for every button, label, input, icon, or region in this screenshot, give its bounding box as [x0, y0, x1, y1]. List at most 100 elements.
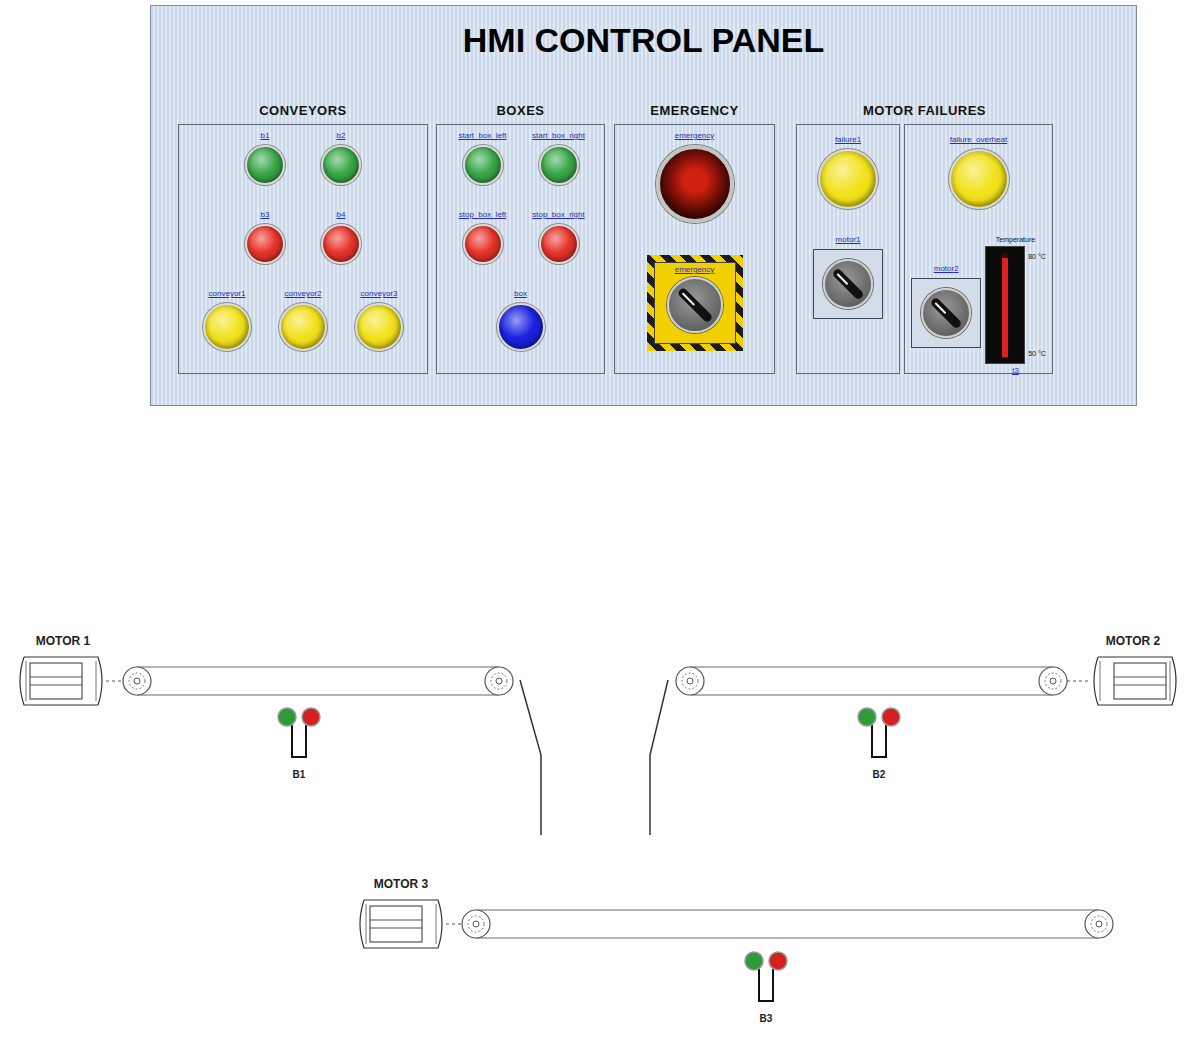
selector-box	[813, 249, 883, 319]
emergency-label: emergency	[675, 131, 715, 141]
conveyor: MOTOR 1 B1	[20, 634, 541, 835]
gauge-body: 80 °C 50 °C	[985, 246, 1046, 364]
selector-knob[interactable]	[921, 288, 971, 338]
button-label: b4	[337, 210, 346, 220]
control-row: box	[491, 289, 551, 351]
pulley-icon	[1085, 910, 1113, 938]
selector-label: motor1	[836, 235, 861, 245]
gauge-fill	[1002, 258, 1008, 357]
lamp-cell: conveyor3	[349, 289, 409, 351]
conveyor: MOTOR 2 B2	[650, 634, 1176, 835]
control-row: conveyor1 conveyor2 conveyor3	[197, 289, 409, 351]
panel-area: HMI CONTROL PANEL CONVEYORS b1b2 b3 b4 convey…	[0, 0, 1190, 406]
lamp-label: conveyor3	[361, 289, 398, 299]
hmi-control-panel: HMI CONTROL PANEL CONVEYORS b1b2 b3 b4 convey…	[150, 5, 1137, 406]
sensor-red-light	[302, 708, 320, 726]
sensor: B2	[858, 708, 900, 780]
control-row: motor2Temperature80 °C50 °Ct3	[911, 235, 1046, 376]
selector-box	[911, 278, 981, 348]
emergency-cell: emergency	[656, 131, 734, 223]
panel-title: HMI CONTROL PANEL	[151, 6, 1136, 60]
indicator-lamp	[279, 303, 327, 351]
section-body: emergency emergency	[614, 124, 775, 374]
indicator-lamp	[355, 303, 403, 351]
push-button[interactable]	[463, 145, 503, 185]
control-row: b1b2	[235, 131, 371, 185]
lamp-label: conveyor1	[209, 289, 246, 299]
push-button[interactable]	[321, 224, 361, 264]
pulley-icon	[485, 667, 513, 695]
lamp-label: failure1	[835, 135, 861, 145]
gauge-scale: 80 °C 50 °C	[1028, 246, 1046, 364]
panel-section: MOTOR FAILURESfailure1motor1failure_over…	[796, 101, 1053, 374]
control-row: b3 b4	[235, 210, 371, 264]
sensor-green-light	[858, 708, 876, 726]
selector-knob[interactable]	[667, 277, 723, 333]
lamp-label: box	[514, 289, 527, 299]
push-button[interactable]	[539, 224, 579, 264]
emergency-selector: emergency	[647, 255, 743, 351]
motor-icon	[360, 900, 442, 948]
control-row: failure1	[818, 135, 878, 209]
section-panel: emergency emergency	[614, 124, 775, 374]
lamp-cell: failure1	[818, 135, 878, 209]
sensor-red-light	[769, 952, 787, 970]
push-button[interactable]	[539, 145, 579, 185]
gauge-max: 80 °C	[1028, 252, 1046, 261]
sensor-label: B3	[760, 1013, 773, 1024]
push-button[interactable]	[245, 145, 285, 185]
push-button-cell: b2	[311, 131, 371, 185]
selector-cell: motor1	[813, 235, 883, 319]
lamp-label: failure_overheat	[950, 135, 1007, 145]
selector-knob[interactable]	[823, 259, 873, 309]
motor-shaft	[446, 924, 462, 925]
gauge-tube	[985, 246, 1025, 364]
motor-label: MOTOR 1	[36, 634, 91, 648]
section-panel: start_box_left start_box_right stop_box_le…	[436, 124, 605, 374]
push-button-cell: b3	[235, 210, 295, 264]
section-panel: failure_overheat motor2 Temperature 80 °C 50…	[904, 124, 1053, 374]
indicator-lamp	[497, 303, 545, 351]
control-row: failure_overheat	[949, 135, 1009, 209]
sensor-label: B1	[293, 769, 306, 780]
motor-icon	[20, 657, 102, 705]
emergency-button[interactable]	[656, 145, 734, 223]
motor-label: MOTOR 2	[1106, 634, 1161, 648]
control-row: motor1	[813, 235, 883, 319]
pulley-icon	[123, 667, 151, 695]
section-body: start_box_left start_box_right stop_box_le…	[436, 124, 605, 374]
knob-handle	[930, 296, 963, 329]
lamp-cell: failure_overheat	[949, 135, 1009, 209]
chute	[520, 680, 541, 835]
belt-bottom	[137, 695, 499, 696]
belt-top	[476, 910, 1099, 911]
section-title: CONVEYORS	[178, 101, 428, 121]
button-label: stop_box_left	[459, 210, 507, 220]
button-label: b3	[261, 210, 270, 220]
gauge-title: Temperature	[996, 235, 1035, 244]
indicator-lamp	[203, 303, 251, 351]
button-label: start_box_right	[532, 131, 585, 141]
temperature-gauge: Temperature80 °C50 °Ct3	[985, 235, 1046, 376]
push-button[interactable]	[321, 145, 361, 185]
selector-label: emergency	[675, 265, 715, 275]
sensor-green-light	[745, 952, 763, 970]
sections-row: CONVEYORSb1b2b3b4conveyor1conveyor2conve…	[151, 101, 1136, 374]
gauge-min: 50 °C	[1028, 349, 1046, 358]
push-button-cell: start_box_left	[453, 131, 513, 185]
section-title: BOXES	[436, 101, 605, 121]
indicator-lamp	[949, 149, 1009, 209]
button-label: start_box_left	[458, 131, 506, 141]
panel-section: CONVEYORSb1b2b3b4conveyor1conveyor2conve…	[178, 101, 428, 374]
push-button[interactable]	[463, 224, 503, 264]
section-body: b1b2 b3 b4 conveyor1 conveyor2 conveyor3	[178, 124, 428, 374]
lamp-cell: conveyor2	[273, 289, 333, 351]
hmi-page: HMI CONTROL PANEL CONVEYORS b1b2 b3 b4 convey…	[0, 0, 1190, 1056]
belt-top	[137, 667, 499, 668]
push-button-cell: stop_box_right	[529, 210, 589, 264]
push-button[interactable]	[245, 224, 285, 264]
selector-label: motor2	[934, 264, 959, 274]
push-button-cell: b4	[311, 210, 371, 264]
motor-label: MOTOR 3	[374, 877, 429, 891]
lamp-cell: conveyor1	[197, 289, 257, 351]
